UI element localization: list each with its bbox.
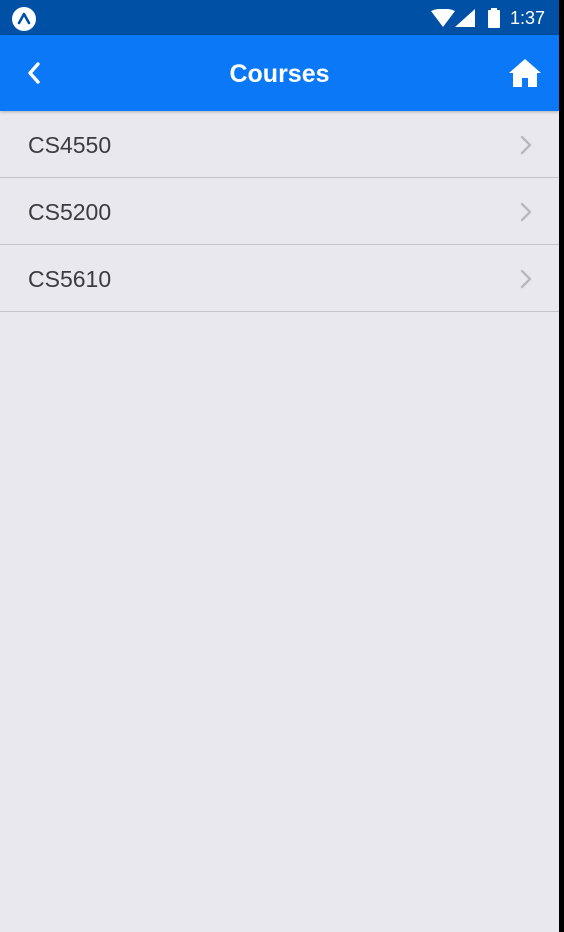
chevron-right-icon: [520, 135, 532, 155]
status-time: 1:37: [510, 8, 546, 28]
home-icon: [509, 59, 541, 87]
list-item[interactable]: CS5200: [0, 178, 559, 245]
list-item[interactable]: CS4550: [0, 111, 559, 178]
home-button[interactable]: [504, 53, 546, 93]
app-badge-icon: [12, 7, 36, 31]
status-bar: 1:37: [0, 0, 559, 35]
wifi-icon: [431, 9, 455, 27]
course-label: CS5610: [28, 266, 112, 292]
header-bar: Courses: [0, 35, 559, 111]
page-title: Courses: [229, 60, 330, 88]
signal-icon: [455, 9, 475, 27]
app-screen: 1:37 Courses CS4550 CS5200 CS5610: [0, 0, 559, 932]
battery-icon: [488, 8, 500, 28]
course-label: CS5200: [28, 199, 112, 225]
course-list: CS4550 CS5200 CS5610: [0, 111, 559, 312]
list-item[interactable]: CS5610: [0, 245, 559, 312]
chevron-right-icon: [520, 202, 532, 222]
course-label: CS4550: [28, 132, 112, 158]
chevron-right-icon: [520, 269, 532, 289]
